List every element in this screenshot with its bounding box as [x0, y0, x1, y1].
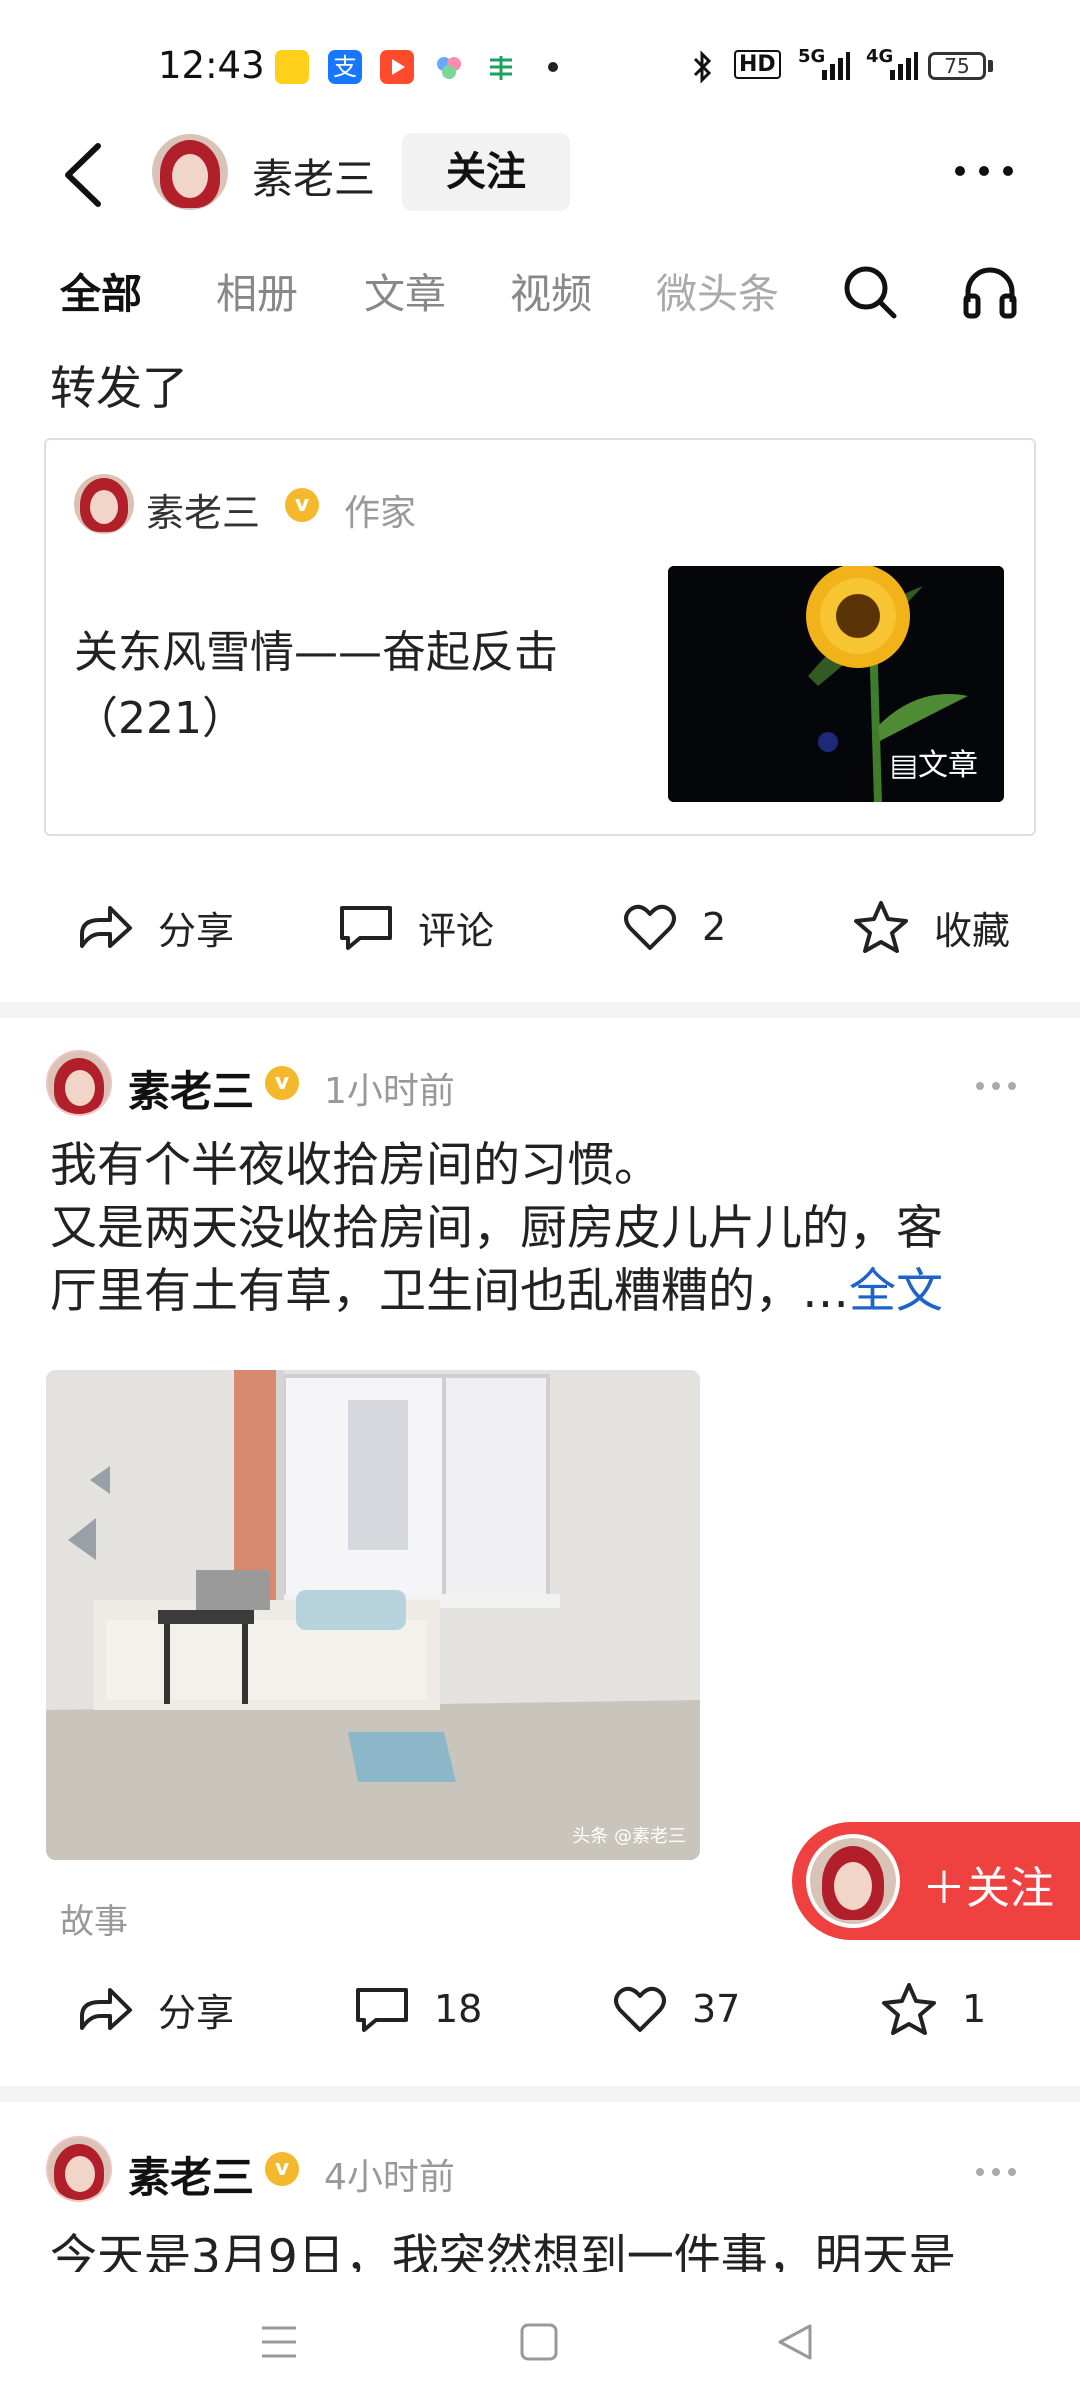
finance-app-icon [484, 50, 518, 84]
share-button[interactable]: 分享 [76, 882, 234, 972]
notification-dot-icon [548, 62, 558, 72]
more-options-icon[interactable] [952, 156, 1016, 190]
read-full-link[interactable]: 全文 [849, 1264, 943, 1319]
like-button[interactable]: 2 [622, 882, 726, 972]
tab-all[interactable]: 全部 [60, 260, 142, 320]
header-nickname[interactable]: 素老三 [252, 145, 375, 205]
back-nav-icon[interactable] [774, 2322, 816, 2366]
comment-button[interactable]: 18 [354, 1964, 482, 2054]
share-icon [80, 1988, 132, 2030]
bluetooth-icon [690, 50, 714, 88]
repost-actions: 分享 评论 2 收藏 [0, 882, 1080, 972]
meituan-app-icon [275, 50, 309, 84]
favorite-button[interactable]: 1 [880, 1964, 986, 2054]
signal-4g-icon [876, 52, 918, 86]
photo-watermark: 头条 @素老三 [572, 1826, 686, 1847]
repost-label: 转发了 [50, 361, 188, 415]
signal-5g-icon [808, 52, 850, 86]
heart-icon [624, 904, 676, 950]
share-button[interactable]: 分享 [76, 1964, 234, 2054]
verified-badge-icon: v [285, 488, 319, 522]
back-button[interactable] [58, 140, 108, 214]
alipay-app-icon: 支 [328, 50, 362, 84]
header-avatar[interactable] [152, 134, 228, 210]
video-app-icon [380, 50, 414, 84]
floating-follow-avatar [806, 1834, 900, 1928]
comment-button[interactable]: 评论 [338, 882, 494, 972]
header-follow-button[interactable]: 关注 [402, 133, 570, 211]
menu-icon[interactable] [258, 2322, 300, 2366]
post-text-line: 又是两天没收拾房间，厨房皮儿片儿的，客 [50, 1201, 943, 1256]
post-more-icon[interactable] [974, 1078, 1018, 1097]
feed-divider [0, 2086, 1080, 2102]
quoted-author-role: 作家 [344, 493, 417, 534]
post-author-name[interactable]: 素老三 [128, 2144, 254, 2205]
star-icon [854, 901, 908, 953]
comment-icon [340, 906, 392, 950]
home-icon[interactable] [518, 2322, 560, 2366]
post-author-avatar[interactable] [46, 1050, 112, 1116]
post-actions: 分享 18 37 1 [0, 1964, 1080, 2054]
verified-badge-icon: v [265, 1066, 299, 1100]
like-count: 37 [692, 1987, 741, 2031]
comment-icon [356, 1988, 408, 2032]
verified-badge-icon: v [265, 2152, 299, 2186]
quoted-author-name: 素老三 [146, 491, 261, 535]
post-text[interactable]: 我有个半夜收拾房间的习惯。 又是两天没收拾房间，厨房皮儿片儿的，客 厅里有土有草… [50, 1134, 1030, 1323]
tab-album[interactable]: 相册 [216, 260, 298, 320]
favorite-label: 收藏 [934, 908, 1011, 953]
post-photo[interactable]: 头条 @素老三 [46, 1370, 700, 1860]
cloud-app-icon [432, 50, 466, 84]
post-author-avatar[interactable] [46, 2136, 112, 2202]
floating-follow-label[interactable]: ＋关注 [922, 1852, 1054, 1916]
headphones-icon[interactable] [962, 262, 1018, 326]
tab-micro-posts[interactable]: 微头条 [656, 260, 779, 320]
article-thumbnail: ▤文章 [668, 566, 1004, 802]
share-label: 分享 [158, 908, 235, 953]
post-time: 4小时前 [324, 2157, 455, 2198]
post-time: 1小时前 [324, 1071, 455, 1112]
room-photo-image [46, 1370, 700, 1860]
comment-label: 评论 [418, 908, 495, 953]
feed-divider [0, 1002, 1080, 1018]
post-text-line: 我有个半夜收拾房间的习惯。 [50, 1138, 661, 1193]
quoted-author-avatar [74, 474, 134, 534]
share-label: 分享 [158, 1990, 235, 2035]
post-topic-tag[interactable]: 故事 [60, 1894, 128, 1943]
favorite-count: 1 [962, 1987, 987, 2031]
tab-articles[interactable]: 文章 [364, 260, 446, 320]
heart-icon [614, 1986, 666, 2032]
post-text[interactable]: 今天是3月9日，我突然想到一件事，明天是 [50, 2226, 1030, 2272]
favorite-button[interactable]: 收藏 [852, 882, 1010, 972]
quoted-article-title: 关东风雪情——奋起反击（221） [74, 627, 558, 744]
post-text-line: 厅里有土有草，卫生间也乱糟糟的，…全文 [50, 1264, 943, 1319]
comment-count: 18 [434, 1987, 483, 2031]
document-icon: ▤ [889, 748, 918, 783]
post-author-name[interactable]: 素老三 [128, 1058, 254, 1119]
like-button[interactable]: 37 [612, 1964, 740, 2054]
article-type-tag: ▤文章 [889, 748, 978, 783]
post-more-icon[interactable] [974, 2164, 1018, 2183]
content-tabs: 全部 相册 文章 视频 微头条 [0, 260, 1080, 330]
hd-indicator: HD [734, 50, 781, 79]
star-icon [882, 1983, 936, 2035]
tab-videos[interactable]: 视频 [510, 260, 592, 320]
like-count: 2 [702, 905, 727, 949]
system-navigation-bar [0, 2292, 1080, 2400]
status-bar: 12:43 支 HD 5G 4G 75 [0, 0, 1080, 120]
status-time: 12:43 [158, 44, 265, 87]
battery-level: 75 [928, 52, 986, 80]
battery-icon [988, 60, 993, 72]
share-icon [80, 906, 132, 948]
search-icon[interactable] [842, 262, 898, 326]
